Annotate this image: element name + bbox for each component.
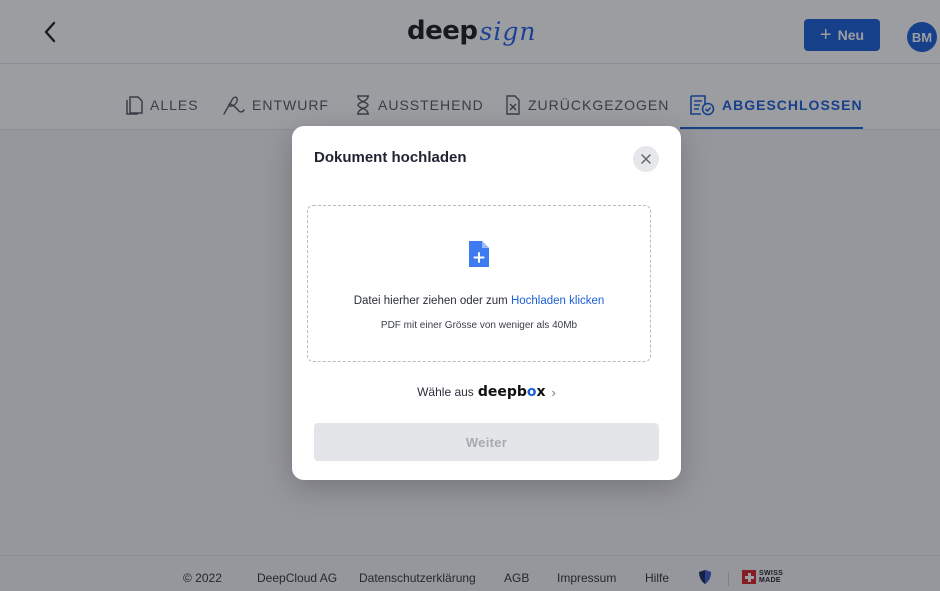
drop-text-prefix: Datei hierher ziehen oder zum (353, 295, 511, 307)
file-size-hint: PDF mit einer Grösse von weniger als 40M… (380, 320, 578, 331)
drop-instruction: Datei hierher ziehen oder zum Hochladen … (308, 295, 650, 307)
dialog-title: Dokument hochladen (314, 149, 467, 166)
close-button[interactable] (633, 146, 659, 172)
upload-dialog: Dokument hochladen Datei hierher ziehen … (292, 126, 681, 480)
chevron-right-icon: › (551, 384, 556, 400)
deepbox-logo: deepbox (478, 384, 546, 400)
upload-click-link[interactable]: Hochladen klicken (511, 295, 604, 307)
file-add-icon (469, 241, 489, 267)
continue-button[interactable]: Weiter (314, 423, 659, 461)
deepbox-logo-end: x (536, 384, 546, 400)
deepbox-logo-main: deepb (477, 384, 527, 400)
deepbox-logo-o: o (526, 384, 537, 400)
close-icon (641, 154, 651, 164)
choose-prefix: Wähle aus (417, 385, 474, 399)
choose-from-deepbox[interactable]: Wähle aus deepbox › (292, 384, 681, 400)
file-dropzone[interactable]: Datei hierher ziehen oder zum Hochladen … (307, 205, 651, 362)
